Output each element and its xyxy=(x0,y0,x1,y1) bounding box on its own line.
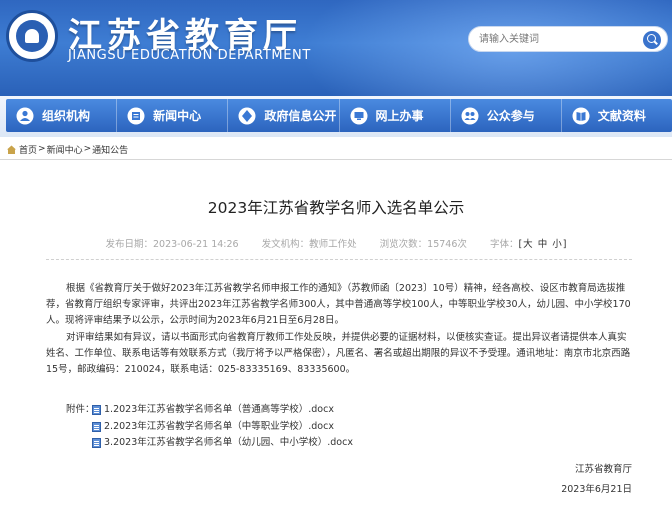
documents-icon xyxy=(572,107,590,125)
font-size-small-button[interactable]: 小 xyxy=(552,239,562,250)
breadcrumb-divider xyxy=(0,159,672,160)
breadcrumb-notices[interactable]: 通知公告 xyxy=(92,143,128,156)
logo-emblem-icon xyxy=(16,20,48,52)
breadcrumb-home[interactable]: 首页 xyxy=(19,143,37,156)
nav-label: 政府信息公开 xyxy=(264,109,337,123)
nav-item-news[interactable]: 新闻中心 xyxy=(117,99,229,132)
font-size-selector: 字体：[大 中 小] xyxy=(489,239,567,250)
nav-item-documents[interactable]: 文献资料 xyxy=(562,99,672,132)
nav-item-public-participation[interactable]: 公众参与 xyxy=(451,99,562,132)
breadcrumb-separator: > xyxy=(38,144,46,154)
attachment-link[interactable]: 3.2023年江苏省教学名师名单（幼儿园、中小学校）.docx xyxy=(104,435,353,452)
attachment-link[interactable]: 2.2023年江苏省教学名师名单（中等职业学校）.docx xyxy=(104,419,334,436)
article-meta: 发布日期：2023-06-21 14:26 发文机构：教师工作处 浏览次数：15… xyxy=(0,236,672,250)
article-body: 根据《省教育厅关于做好2023年江苏省教学名师申报工作的通知》（苏教师函〔202… xyxy=(46,281,632,378)
site-logo[interactable] xyxy=(6,10,58,62)
search-icon[interactable] xyxy=(643,31,661,49)
article-title: 2023年江苏省教学名师入选名单公示 xyxy=(207,199,465,217)
search-box xyxy=(468,26,668,52)
nav-item-info-open[interactable]: 政府信息公开 xyxy=(228,99,340,132)
nav-item-org[interactable]: 组织机构 xyxy=(6,99,118,132)
article-paragraph: 根据《省教育厅关于做好2023年江苏省教学名师申报工作的通知》（苏教师函〔202… xyxy=(46,283,631,327)
nav-bar: 组织机构 新闻中心 政府信息公开 网上办事 公众参与 文献资料 xyxy=(6,99,672,132)
nav-label: 组织机构 xyxy=(42,109,91,123)
font-size-large-button[interactable]: 大 xyxy=(523,239,533,250)
docx-file-icon xyxy=(92,438,101,449)
online-service-icon xyxy=(350,107,368,125)
signature-date: 2023年6月21日 xyxy=(561,484,632,495)
site-subtitle: JIANGSU EDUCATION DEPARTMENT xyxy=(68,48,311,63)
attachment-link[interactable]: 1.2023年江苏省教学名师名单（普通高等学校）.docx xyxy=(104,402,334,419)
public-participation-icon xyxy=(461,107,479,125)
attachments-label: 附件： xyxy=(66,404,95,415)
meta-divider xyxy=(46,259,632,260)
signature-org: 江苏省教育厅 xyxy=(574,464,632,475)
view-count: 浏览次数：15746次 xyxy=(379,239,467,250)
breadcrumb-separator: > xyxy=(83,144,92,154)
attachment-row: 2.2023年江苏省教学名师名单（中等职业学校）.docx xyxy=(66,419,353,436)
breadcrumb-news[interactable]: 新闻中心 xyxy=(47,143,83,156)
breadcrumb: 首页 > 新闻中心 > 通知公告 xyxy=(6,141,128,157)
docx-file-icon xyxy=(92,421,101,432)
nav-label: 新闻中心 xyxy=(153,109,202,123)
main-nav: 组织机构 新闻中心 政府信息公开 网上办事 公众参与 文献资料 xyxy=(0,96,672,137)
attachment-row: 3.2023年江苏省教学名师名单（幼儿园、中小学校）.docx xyxy=(66,435,353,452)
attachment-row: 附件： 1.2023年江苏省教学名师名单（普通高等学校）.docx xyxy=(66,402,353,419)
source-org: 发文机构：教师工作处 xyxy=(261,239,357,250)
nav-item-online-service[interactable]: 网上办事 xyxy=(340,99,451,132)
article-paragraph: 对评审结果如有异议，请以书面形式向省教育厅教师工作处反映，并提供必要的证据材料，… xyxy=(46,331,631,376)
font-size-label: 字体： xyxy=(489,239,519,250)
font-size-medium-button[interactable]: 中 xyxy=(538,239,548,250)
docx-file-icon xyxy=(92,405,101,416)
home-icon xyxy=(6,144,17,155)
site-header: 江苏省教育厅 JIANGSU EDUCATION DEPARTMENT xyxy=(0,0,672,96)
nav-label: 公众参与 xyxy=(486,109,535,123)
publish-date: 发布日期：2023-06-21 14:26 xyxy=(105,239,239,250)
search-input[interactable] xyxy=(479,31,629,48)
nav-label: 文献资料 xyxy=(597,109,646,123)
news-icon xyxy=(127,107,145,125)
attachments: 附件： 1.2023年江苏省教学名师名单（普通高等学校）.docx 2.2023… xyxy=(66,402,353,452)
org-icon xyxy=(16,107,34,125)
info-open-icon xyxy=(238,107,256,125)
nav-label: 网上办事 xyxy=(375,109,424,123)
